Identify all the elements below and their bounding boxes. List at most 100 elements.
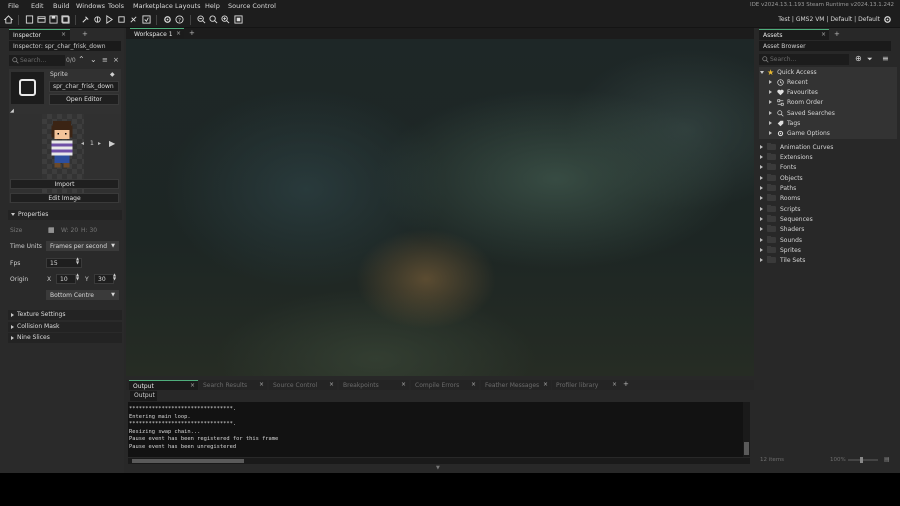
settings-icon[interactable] [162,14,173,25]
zoom-reset-icon[interactable] [208,14,219,25]
new-project-icon[interactable] [24,14,35,25]
fps-stepper-icon[interactable]: ▲ ▼ [76,257,79,265]
menu-windows[interactable]: Windows [76,2,105,10]
asset-search-input[interactable]: Search... [759,54,849,65]
quick-access-recent[interactable]: Recent [769,77,808,87]
help-icon[interactable]: ? [174,14,185,25]
output-scroll-thumb[interactable] [132,459,244,463]
tab-feather-messages[interactable]: Feather Messages × [481,380,551,390]
origin-y-input[interactable]: 30 [94,274,114,284]
tab-assets[interactable]: Assets × [759,29,829,40]
folder-scripts[interactable]: Scripts [760,204,801,214]
stop-icon[interactable] [116,14,127,25]
folder-sprites[interactable]: Sprites [760,245,801,255]
save-all-icon[interactable] [60,14,71,25]
close-icon[interactable]: × [612,381,617,388]
properties-header[interactable]: Properties [8,210,122,220]
folder-tile-sets[interactable]: Tile Sets [760,255,805,265]
play-icon[interactable]: ▶ [109,139,115,148]
add-tab-icon[interactable]: + [834,30,840,38]
menu-icon[interactable]: ≡ [882,54,889,63]
menu-edit[interactable]: Edit [31,2,44,10]
menu-source-control[interactable]: Source Control [228,2,276,10]
search-close-icon[interactable]: × [113,56,119,64]
folder-objects[interactable]: Objects [760,173,803,183]
close-icon[interactable]: × [190,382,195,389]
inspector-search-input[interactable]: Search... [9,55,65,66]
tab-compile-errors[interactable]: Compile Errors × [411,380,479,390]
close-icon[interactable]: × [61,31,66,38]
tab-output[interactable]: Output × [129,380,198,390]
fit-view-icon[interactable] [233,14,244,25]
folder-rooms[interactable]: Rooms [760,193,800,203]
import-button[interactable]: Import [10,179,119,189]
close-icon[interactable]: × [329,381,334,388]
folder-sounds[interactable]: Sounds [760,235,802,245]
workspace-canvas[interactable] [126,39,754,376]
folder-shaders[interactable]: Shaders [760,224,804,234]
tab-search-results[interactable]: Search Results × [199,380,267,390]
output-vertical-scrollbar[interactable] [743,402,750,457]
tab-inspector[interactable]: Inspector × [9,29,70,40]
zoom-out-icon[interactable] [196,14,207,25]
origin-x-stepper-icon[interactable]: ▲ ▼ [76,273,79,281]
filter-icon[interactable]: ⏷ [867,55,873,64]
folder-animation-curves[interactable]: Animation Curves [760,142,833,152]
menu-layouts[interactable]: Layouts [175,2,200,10]
add-output-tab-icon[interactable]: + [623,380,629,388]
quick-access-favourites[interactable]: Favourites [769,87,818,97]
asset-zoom-level[interactable]: 100% [830,457,846,463]
zoom-in-icon[interactable] [220,14,231,25]
open-editor-button[interactable]: Open Editor [49,94,119,105]
close-icon[interactable]: × [176,30,181,37]
open-project-icon[interactable] [36,14,47,25]
run-icon[interactable] [104,14,115,25]
target-settings-icon[interactable] [882,14,893,25]
quick-access-room-order[interactable]: Room Order [769,97,823,107]
menu-file[interactable]: File [8,2,19,10]
quick-access-header[interactable]: ★ Quick Access [760,67,817,77]
quick-access-tags[interactable]: Tags [769,118,800,128]
search-prev-icon[interactable]: ⌃ [78,55,85,64]
search-next-icon[interactable]: ⌄ [90,55,97,64]
tab-profiler-library[interactable]: Profiler library × [552,380,620,390]
tag-icon[interactable]: ◆ [110,71,115,78]
frame-next-icon[interactable]: ▸ [98,140,101,147]
time-units-select[interactable]: Frames per second ▼ [46,241,119,251]
debug-icon[interactable] [92,14,103,25]
folder-sequences[interactable]: Sequences [760,214,813,224]
output-sub-tab[interactable]: Output [130,391,157,401]
add-asset-icon[interactable]: ⊕ [855,54,862,63]
origin-y-stepper-icon[interactable]: ▲ ▼ [113,273,116,281]
add-workspace-icon[interactable]: + [189,29,195,37]
tab-workspace-1[interactable]: Workspace 1 × [130,28,184,39]
menu-tools[interactable]: Tools [108,2,124,10]
close-icon[interactable]: × [821,31,826,38]
folder-paths[interactable]: Paths [760,183,796,193]
quick-access-saved-searches[interactable]: Saved Searches [769,108,835,118]
tab-source-control[interactable]: Source Control × [269,380,337,390]
origin-preset-select[interactable]: Bottom Centre ▼ [46,290,119,300]
menu-marketplace[interactable]: Marketplace [133,2,173,10]
clean-icon[interactable] [128,14,139,25]
close-icon[interactable]: × [401,381,406,388]
home-icon[interactable] [3,14,14,25]
quick-access-game-options[interactable]: Game Options [769,128,830,138]
build-icon[interactable] [80,14,91,25]
create-executable-icon[interactable] [141,14,152,25]
tab-breakpoints[interactable]: Breakpoints × [339,380,409,390]
texture-settings-header[interactable]: Texture Settings [8,310,122,320]
zoom-slider[interactable] [848,457,878,463]
nine-slices-header[interactable]: Nine Slices [8,333,122,343]
panel-resize-icon[interactable]: ▼ [436,465,440,471]
close-icon[interactable]: × [543,381,548,388]
folder-fonts[interactable]: Fonts [760,162,796,172]
menu-build[interactable]: Build [53,2,69,10]
collision-mask-header[interactable]: Collision Mask [8,322,122,332]
add-tab-icon[interactable]: + [82,30,88,38]
frame-prev-icon[interactable]: ◂ [81,140,84,147]
menu-help[interactable]: Help [205,2,220,10]
output-log[interactable]: ********************************. Enteri… [128,402,750,457]
search-options-icon[interactable]: ≡ [102,56,108,64]
close-icon[interactable]: × [471,381,476,388]
